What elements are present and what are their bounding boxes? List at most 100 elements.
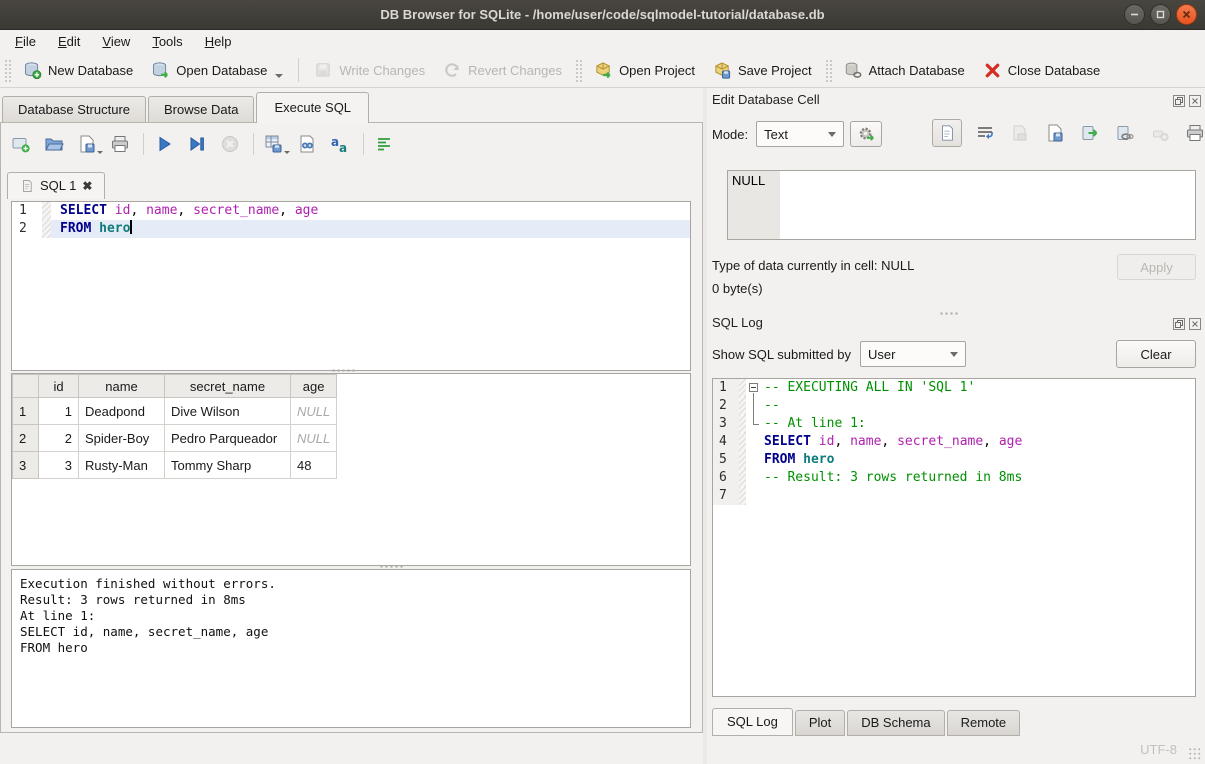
sql-token <box>91 221 99 236</box>
text-mode-icon[interactable] <box>932 119 962 147</box>
edit-cell-title: Edit Database Cell <box>712 92 820 107</box>
print-icon[interactable] <box>108 132 132 156</box>
mode-select[interactable]: Text <box>756 121 844 147</box>
table-cell[interactable]: Pedro Parqueador <box>165 425 291 452</box>
table-cell[interactable]: Spider-Boy <box>79 425 165 452</box>
minimize-icon[interactable] <box>1124 4 1145 25</box>
open-tab-icon[interactable] <box>9 132 33 156</box>
sql-log-view[interactable]: 1-- EXECUTING ALL IN 'SQL 1'2--3-- At li… <box>712 378 1196 697</box>
close-panel-icon[interactable] <box>1188 94 1201 107</box>
mode-value: Text <box>764 127 788 142</box>
table-cell[interactable]: NULL <box>291 398 337 425</box>
clear-log-button[interactable]: Clear <box>1116 340 1196 368</box>
maximize-icon[interactable] <box>1150 4 1171 25</box>
dock-tab-remote[interactable]: Remote <box>947 710 1021 736</box>
tab-browse-data[interactable]: Browse Data <box>148 96 254 123</box>
dock-tab-sql-log[interactable]: SQL Log <box>712 708 793 736</box>
filter-value: User <box>868 347 895 362</box>
float-panel-icon[interactable] <box>1172 94 1185 107</box>
table-cell[interactable]: 3 <box>39 452 79 479</box>
menu-tools[interactable]: Tools <box>141 32 193 51</box>
table-cell[interactable]: Deadpond <box>79 398 165 425</box>
table-cell[interactable]: Rusty-Man <box>79 452 165 479</box>
attach-database-icon <box>844 61 863 80</box>
execute-all-icon[interactable] <box>152 132 176 156</box>
tab-database-structure[interactable]: Database Structure <box>2 96 146 123</box>
column-header-age[interactable]: age <box>291 375 337 398</box>
print-cell-icon[interactable] <box>1183 121 1205 145</box>
find-replace-icon[interactable] <box>295 132 319 156</box>
fold-margin <box>739 487 746 505</box>
db-new-icon <box>23 61 42 80</box>
sql-token: age <box>999 434 1022 449</box>
menu-view[interactable]: View <box>91 32 141 51</box>
resize-grip[interactable] <box>1188 747 1201 760</box>
dock-tab-db-schema[interactable]: DB Schema <box>847 710 944 736</box>
gear-icon <box>857 125 876 144</box>
row-header[interactable]: 2 <box>13 425 39 452</box>
chevron-down-icon[interactable] <box>284 151 290 154</box>
toolbar-handle[interactable] <box>824 58 832 82</box>
table-cell[interactable]: Dive Wilson <box>165 398 291 425</box>
table-cell[interactable]: 48 <box>291 452 337 479</box>
column-header-id[interactable]: id <box>39 375 79 398</box>
fold-margin <box>739 397 746 415</box>
chevron-down-icon <box>950 352 958 357</box>
close-tab-icon[interactable]: ✖ <box>82 179 92 193</box>
toolbar-button-label: Revert Changes <box>468 63 562 78</box>
row-header[interactable]: 3 <box>13 452 39 479</box>
splitter-handle[interactable] <box>939 311 959 316</box>
auto-switch-mode-button[interactable] <box>850 121 882 147</box>
new-database-button[interactable]: New Database <box>14 57 142 84</box>
open-project-button[interactable]: Open Project <box>585 57 704 84</box>
table-row: 33Rusty-ManTommy Sharp48 <box>13 452 337 479</box>
close-icon[interactable] <box>1176 4 1197 25</box>
save-as-icon[interactable] <box>1043 121 1067 145</box>
link-icon[interactable] <box>1113 121 1137 145</box>
apply-button[interactable]: Apply <box>1117 254 1196 280</box>
menu-help[interactable]: Help <box>194 32 243 51</box>
column-header-name[interactable]: name <box>79 375 165 398</box>
toolbar-button-label: New Database <box>48 63 133 78</box>
table-cell[interactable]: Tommy Sharp <box>165 452 291 479</box>
close-panel-icon[interactable] <box>1188 317 1201 330</box>
sql-editor[interactable]: 1SELECT id, name, secret_name, age2FROM … <box>11 201 691 371</box>
row-header[interactable]: 1 <box>13 398 39 425</box>
export-icon[interactable] <box>1078 121 1102 145</box>
menu-file[interactable]: File <box>4 32 47 51</box>
auto-complete-icon[interactable]: aa <box>328 132 352 156</box>
attach-database-button[interactable]: Attach Database <box>835 57 974 84</box>
menu-edit[interactable]: Edit <box>47 32 91 51</box>
table-cell[interactable]: 2 <box>39 425 79 452</box>
toolbar-handle[interactable] <box>3 58 11 82</box>
word-wrap-icon[interactable] <box>973 121 997 145</box>
collapse-icon[interactable] <box>749 383 758 392</box>
sql-toolbar: aa <box>9 129 405 159</box>
float-panel-icon[interactable] <box>1172 317 1185 330</box>
table-cell[interactable]: 1 <box>39 398 79 425</box>
save-sql-file-icon[interactable] <box>75 132 99 156</box>
fold-column[interactable] <box>746 379 762 397</box>
sql-token: FROM <box>60 221 91 236</box>
chevron-down-icon[interactable] <box>275 74 283 78</box>
dock-tab-plot[interactable]: Plot <box>795 710 845 736</box>
cell-editor[interactable]: NULL <box>727 170 1196 240</box>
format-sql-icon[interactable] <box>372 132 396 156</box>
results-grid: idnamesecret_nameage11DeadpondDive Wilso… <box>11 373 691 566</box>
tab-execute-sql[interactable]: Execute SQL <box>256 92 369 123</box>
table-cell[interactable]: NULL <box>291 425 337 452</box>
submitted-by-select[interactable]: User <box>860 341 966 367</box>
save-project-button[interactable]: Save Project <box>704 57 821 84</box>
save-results-icon[interactable] <box>262 132 286 156</box>
chevron-down-icon[interactable] <box>97 151 103 154</box>
toolbar-handle[interactable] <box>574 58 582 82</box>
close-database-button[interactable]: Close Database <box>974 57 1110 84</box>
toolbar-button-label: Close Database <box>1008 63 1101 78</box>
execute-line-icon[interactable] <box>185 132 209 156</box>
sql-tab[interactable]: SQL 1 ✖ <box>7 172 105 199</box>
open-database-button[interactable]: Open Database <box>142 57 292 84</box>
column-header-secret_name[interactable]: secret_name <box>165 375 291 398</box>
toolbar-separator <box>363 133 364 155</box>
log-line: 2-- <box>713 397 1195 415</box>
open-sql-file-icon[interactable] <box>42 132 66 156</box>
